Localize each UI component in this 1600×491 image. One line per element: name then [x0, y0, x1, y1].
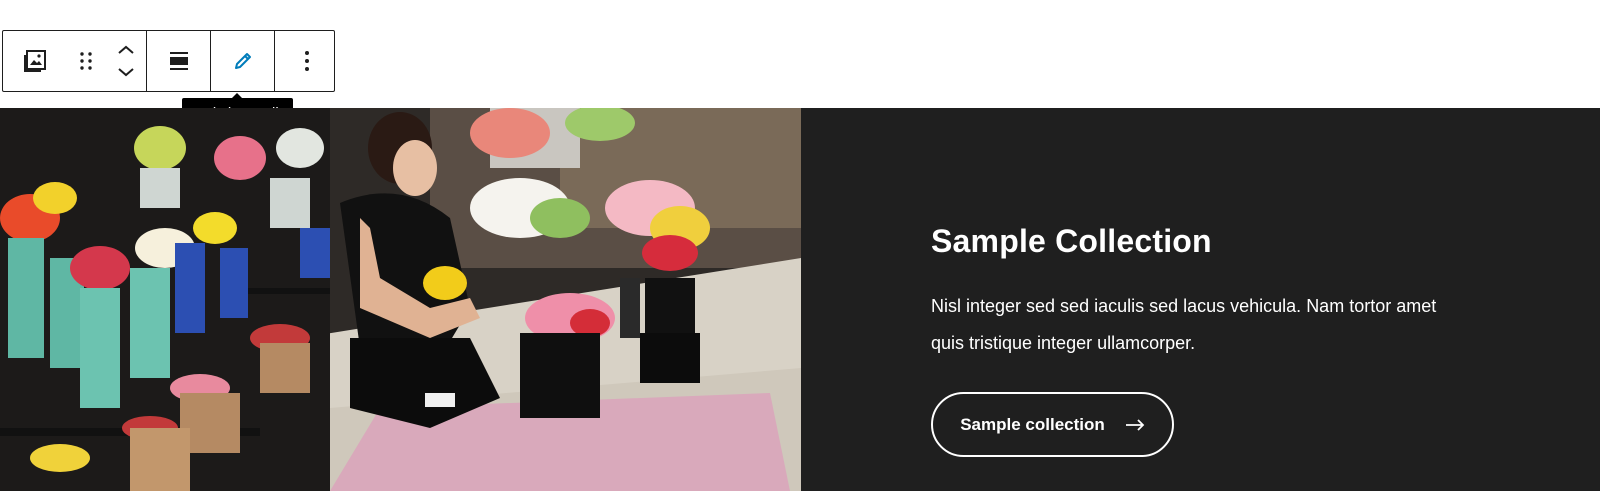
collection-title[interactable]: Sample Collection — [931, 223, 1212, 260]
move-up-down-icon — [118, 45, 134, 77]
toolbar-group-align — [147, 31, 211, 91]
more-options-button[interactable] — [275, 31, 338, 91]
block-type-button[interactable] — [3, 31, 66, 91]
align-icon — [169, 52, 188, 70]
sample-collection-button[interactable]: Sample collection — [931, 392, 1174, 457]
collection-description[interactable]: Nisl integer sed sed iaculis sed lacus v… — [931, 288, 1451, 362]
flower-shop-image — [0, 108, 801, 491]
drag-handle[interactable] — [66, 31, 106, 91]
toolbar-group-edit — [211, 31, 275, 91]
switch-to-edit-button[interactable] — [211, 31, 274, 91]
toolbar-group-block — [3, 31, 147, 91]
sample-collection-button-label: Sample collection — [960, 414, 1105, 434]
block-toolbar — [2, 30, 335, 92]
pencil-icon — [234, 53, 251, 69]
arrow-right-icon — [1125, 418, 1145, 431]
photo-illustration — [0, 108, 801, 491]
text-panel: Sample Collection Nisl integer sed sed i… — [801, 108, 1600, 491]
image-block-icon — [23, 50, 46, 72]
align-button[interactable] — [147, 31, 210, 91]
media-text-block[interactable]: Sample Collection Nisl integer sed sed i… — [0, 108, 1600, 491]
move-up-down-button[interactable] — [106, 31, 146, 91]
toolbar-group-more — [275, 31, 338, 91]
drag-handle-icon — [80, 52, 92, 70]
more-options-icon — [304, 51, 309, 71]
